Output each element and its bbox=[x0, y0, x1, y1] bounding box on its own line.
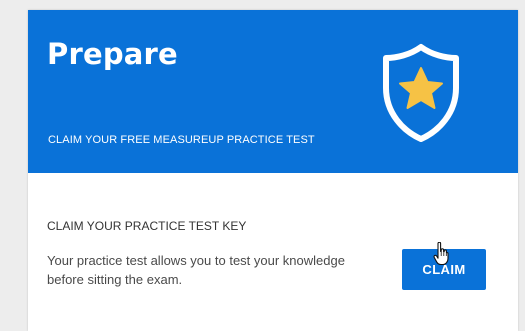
shield-star-icon bbox=[383, 44, 459, 142]
claim-section: CLAIM YOUR PRACTICE TEST KEY Your practi… bbox=[28, 173, 518, 331]
claim-button[interactable]: CLAIM bbox=[402, 249, 486, 290]
star-shape bbox=[399, 67, 443, 109]
prepare-card: Prepare CLAIM YOUR FREE MEASUREUP PRACTI… bbox=[28, 10, 518, 331]
claim-description: Your practice test allows you to test yo… bbox=[47, 253, 345, 287]
claim-heading: CLAIM YOUR PRACTICE TEST KEY bbox=[47, 219, 247, 233]
hero-banner: Prepare CLAIM YOUR FREE MEASUREUP PRACTI… bbox=[28, 10, 518, 173]
hero-title: Prepare bbox=[47, 37, 178, 71]
hero-subtitle: CLAIM YOUR FREE MEASUREUP PRACTICE TEST bbox=[48, 134, 315, 146]
